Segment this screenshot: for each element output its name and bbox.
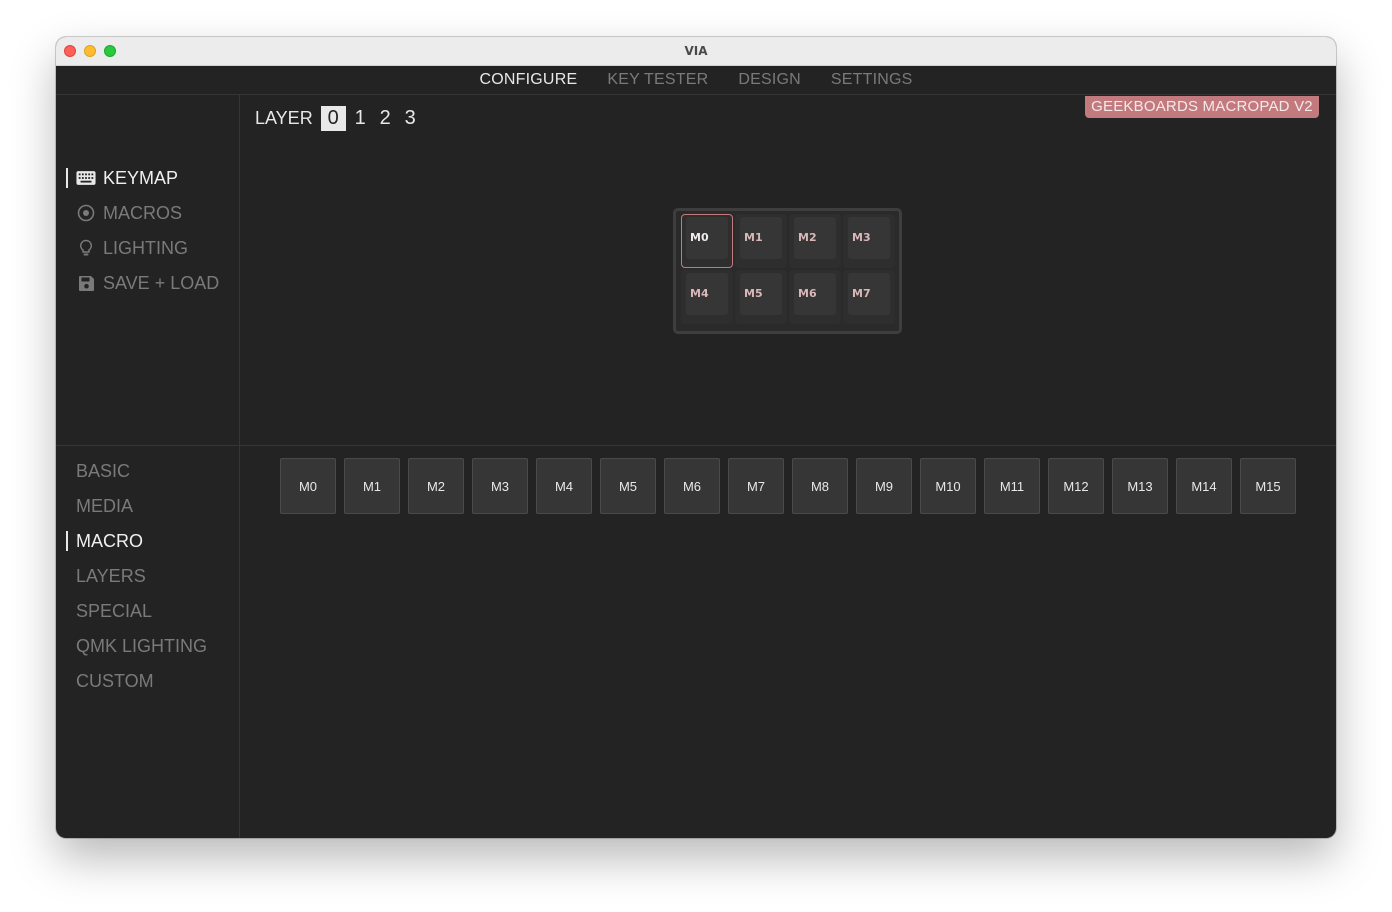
layer-label: LAYER	[255, 107, 313, 128]
category-basic[interactable]: BASIC	[76, 459, 130, 483]
config-sidebar: KEYMAP MACROS LIGHTING SAVE + LOAD	[56, 95, 240, 445]
macro-keycode-m15[interactable]: M15	[1240, 458, 1296, 514]
macro-keycode-m11[interactable]: M11	[984, 458, 1040, 514]
lightbulb-icon	[76, 238, 96, 258]
record-circle-icon	[76, 203, 96, 223]
layer-button-2[interactable]: 2	[373, 106, 398, 131]
sidebar-item-label: SAVE + LOAD	[103, 272, 220, 293]
key-legend: M1	[740, 217, 782, 259]
key-legend: M6	[794, 273, 836, 315]
keyboard-key-m0[interactable]: M0	[681, 214, 735, 270]
layer-button-0[interactable]: 0	[320, 105, 346, 131]
tab-key-tester[interactable]: KEY TESTER	[607, 71, 708, 89]
key-legend: M3	[848, 217, 890, 259]
macro-keycode-m6[interactable]: M6	[664, 458, 720, 514]
category-layers[interactable]: LAYERS	[76, 564, 146, 588]
macro-keycode-m3[interactable]: M3	[472, 458, 528, 514]
top-navigation: CONFIGURE KEY TESTER DESIGN SETTINGS	[56, 66, 1336, 95]
macro-keycode-m13[interactable]: M13	[1112, 458, 1168, 514]
sidebar-item-lighting[interactable]: LIGHTING	[76, 236, 188, 260]
title-bar[interactable]: VIA	[56, 37, 1336, 66]
sidebar-item-label: KEYMAP	[103, 167, 179, 188]
floppy-disk-icon	[76, 273, 96, 293]
sidebar-item-keymap[interactable]: KEYMAP	[65, 166, 179, 190]
macro-keycode-m8[interactable]: M8	[792, 458, 848, 514]
window-title: VIA	[684, 44, 708, 58]
layer-button-3[interactable]: 3	[398, 106, 423, 131]
sidebar-item-label: LIGHTING	[103, 237, 189, 258]
category-qmk-lighting[interactable]: QMK LIGHTING	[76, 634, 207, 658]
sidebar-item-label: MACROS	[103, 202, 183, 223]
app-window: VIA CONFIGURE KEY TESTER DESIGN SETTINGS	[56, 37, 1336, 838]
layer-selector: LAYER 0 1 2 3	[255, 105, 423, 131]
macro-keycode-m2[interactable]: M2	[408, 458, 464, 514]
macro-keycode-m5[interactable]: M5	[600, 458, 656, 514]
key-legend: M7	[848, 273, 890, 315]
tab-design[interactable]: DESIGN	[738, 71, 801, 89]
keyboard-key-m7[interactable]: M7	[843, 270, 897, 326]
category-custom[interactable]: CUSTOM	[76, 669, 154, 693]
macro-keycode-m9[interactable]: M9	[856, 458, 912, 514]
keyboard-layout: M0 M1 M2 M3 M4 M5 M6 M7	[673, 208, 902, 334]
layer-button-1[interactable]: 1	[348, 106, 373, 131]
sidebar-item-save-load[interactable]: SAVE + LOAD	[76, 271, 219, 295]
key-legend: M5	[740, 273, 782, 315]
keyboard-key-m5[interactable]: M5	[735, 270, 789, 326]
keyboard-key-m4[interactable]: M4	[681, 270, 735, 326]
keyboard-key-m1[interactable]: M1	[735, 214, 789, 270]
macro-keycode-m4[interactable]: M4	[536, 458, 592, 514]
macro-keycode-m10[interactable]: M10	[920, 458, 976, 514]
macro-keycode-m0[interactable]: M0	[280, 458, 336, 514]
key-legend: M0	[686, 217, 728, 259]
category-macro[interactable]: MACRO	[66, 529, 143, 553]
key-legend: M2	[794, 217, 836, 259]
device-name-badge: GEEKBOARDS MACROPAD V2	[1085, 96, 1319, 118]
key-legend: M4	[686, 273, 728, 315]
keyboard-key-m2[interactable]: M2	[789, 214, 843, 270]
macro-keycode-m12[interactable]: M12	[1048, 458, 1104, 514]
tab-configure[interactable]: CONFIGURE	[480, 71, 578, 89]
category-special[interactable]: SPECIAL	[76, 599, 152, 623]
tab-settings[interactable]: SETTINGS	[831, 71, 913, 89]
keycode-panel	[240, 445, 1336, 838]
keyboard-key-m3[interactable]: M3	[843, 214, 897, 270]
sidebar-item-macros[interactable]: MACROS	[76, 201, 182, 225]
macro-keycode-m1[interactable]: M1	[344, 458, 400, 514]
keyboard-key-m6[interactable]: M6	[789, 270, 843, 326]
macro-keycode-m14[interactable]: M14	[1176, 458, 1232, 514]
keyboard-icon	[76, 168, 96, 188]
category-media[interactable]: MEDIA	[76, 494, 133, 518]
macro-keycode-m7[interactable]: M7	[728, 458, 784, 514]
keycode-category-sidebar: BASIC MEDIA MACRO LAYERS SPECIAL QMK LIG…	[56, 445, 240, 838]
